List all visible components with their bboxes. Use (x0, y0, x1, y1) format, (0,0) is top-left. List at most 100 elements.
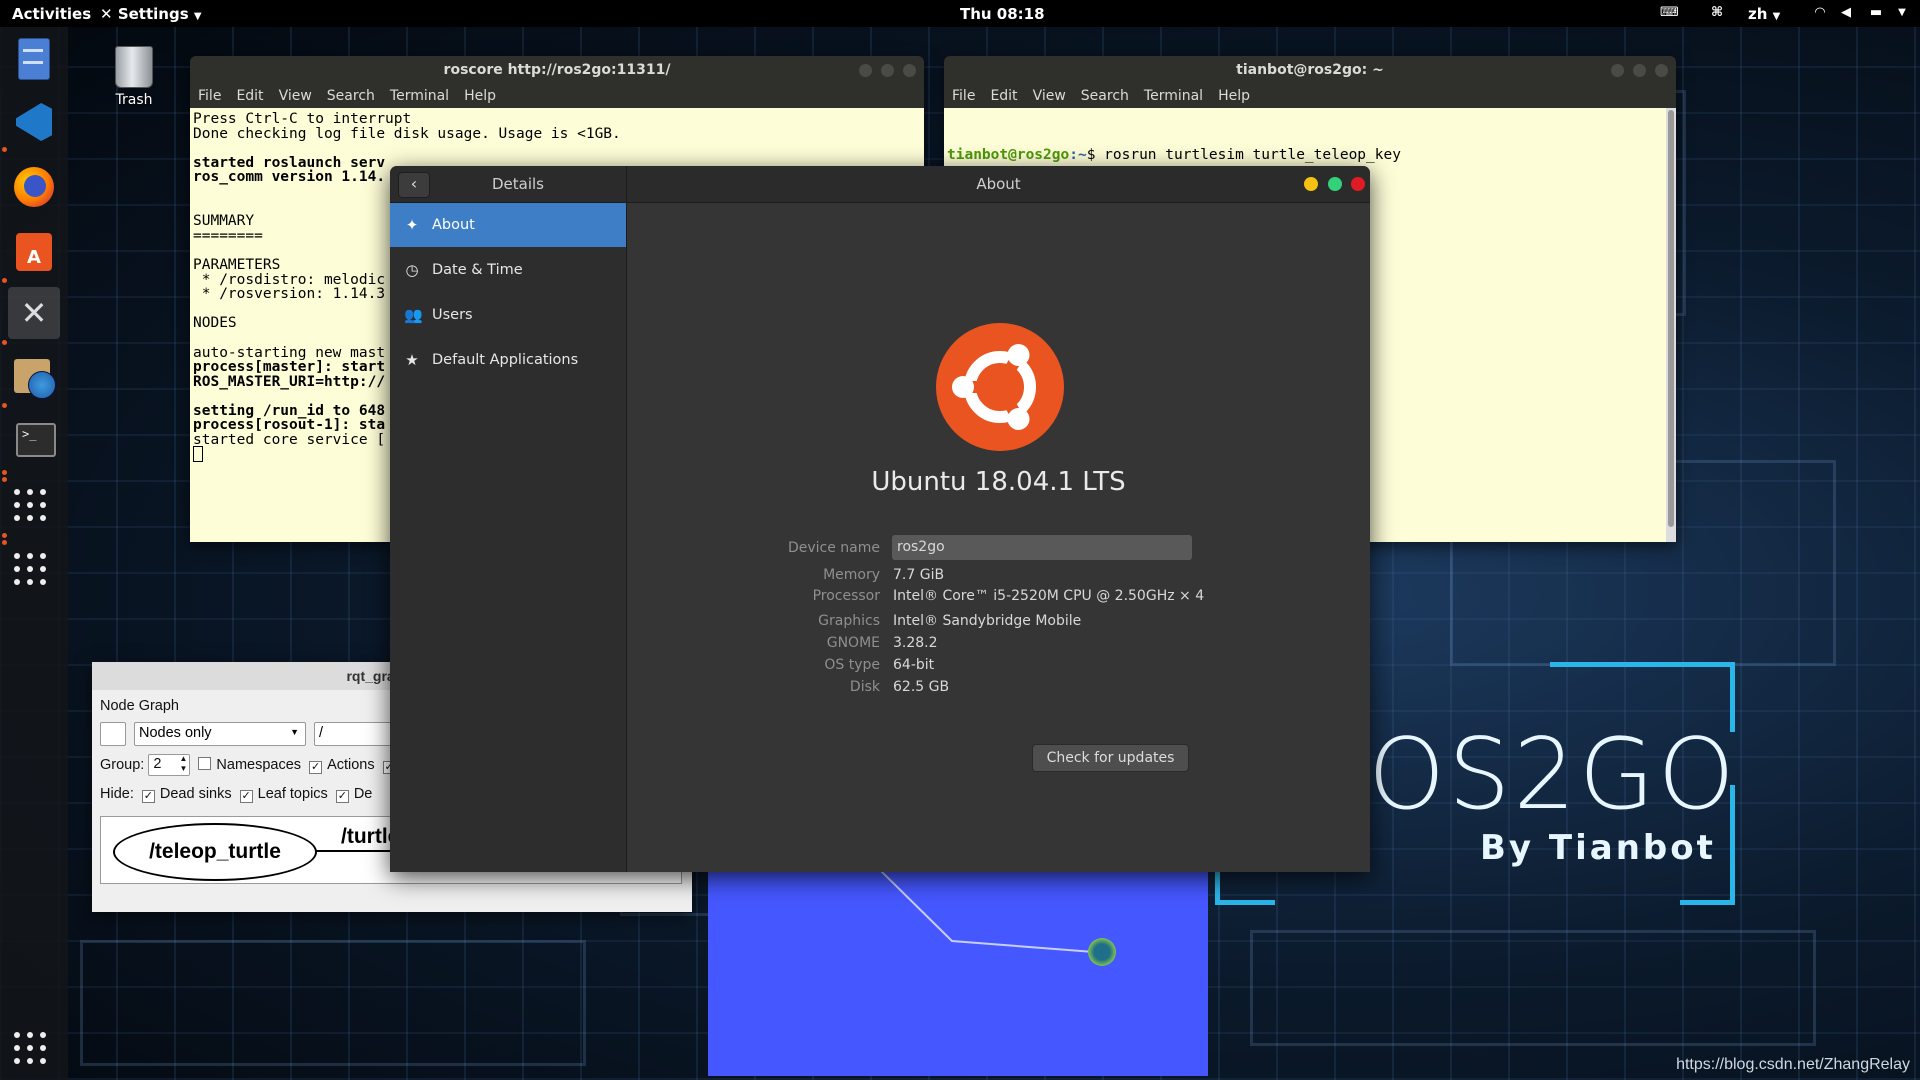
brand-text: OS2GO (1368, 718, 1738, 832)
refresh-button[interactable] (100, 722, 126, 746)
sidebar-item-default-applications[interactable]: ★ Default Applications (390, 338, 626, 382)
terminal-app-icon[interactable]: >_ (8, 413, 60, 465)
app-menu[interactable]: ✕ Settings ▼ (100, 5, 202, 23)
trash-desktop-icon[interactable]: Trash (108, 46, 160, 108)
menu-item-terminal[interactable]: Terminal (390, 88, 449, 104)
details-sidebar: ✦ About ◷ Date & Time 👥 Users ★ Default Applica… (390, 203, 627, 872)
window-title: roscore http://ros2go:11311/ (443, 62, 671, 78)
leaf-topics-checkbox[interactable]: ✓ (239, 790, 253, 803)
menu-item-view[interactable]: View (1033, 88, 1066, 104)
menu-item-help[interactable]: Help (1218, 88, 1250, 104)
window-titlebar[interactable]: tianbot@ros2go: ~ (944, 56, 1676, 84)
firefox-icon[interactable] (8, 161, 60, 213)
content-header[interactable]: About (627, 166, 1370, 203)
star-icon: ★ (405, 351, 419, 369)
clock-icon: ◷ (405, 261, 419, 279)
memory-label: Memory (823, 567, 880, 583)
clock[interactable]: Thu 08:18 (960, 5, 1045, 23)
tools-icon: ✕ (100, 5, 113, 23)
menu-item-search[interactable]: Search (327, 88, 375, 104)
spin-arrows-icon[interactable]: ▲ ▼ (179, 754, 187, 774)
brand-frame-bottom-left (1215, 900, 1275, 905)
turtle-path-canvas (879, 870, 1095, 953)
dead-sinks-label: Dead sinks (159, 786, 232, 802)
window-title: tianbot@ros2go: ~ (1236, 62, 1384, 78)
maximize-button[interactable] (881, 64, 894, 77)
check-updates-button[interactable]: Check for updates (1032, 744, 1189, 772)
scrollbar[interactable] (1666, 108, 1676, 542)
close-button[interactable] (1655, 64, 1668, 77)
keyboard-icon[interactable]: ⌨ (1660, 6, 1679, 20)
terminal-menubar: File Edit View Search Terminal Help (944, 84, 1676, 108)
close-button[interactable] (1351, 177, 1365, 191)
wallpaper-maze (80, 940, 586, 1066)
page-title: About (976, 175, 1021, 193)
debug-checkbox[interactable]: ✓ (335, 790, 349, 803)
menu-item-edit[interactable]: Edit (990, 88, 1017, 104)
close-button[interactable] (903, 64, 916, 77)
menu-item-edit[interactable]: Edit (236, 88, 263, 104)
namespaces-label: Namespaces (216, 756, 302, 773)
settings-app-icon[interactable]: ✕ (8, 287, 60, 339)
input-method-label: zh (1748, 5, 1768, 23)
sidebar-item-about[interactable]: ✦ About (390, 203, 626, 247)
actions-checkbox[interactable]: ✓ (309, 760, 323, 774)
chevron-down-icon[interactable]: ▼ (1894, 6, 1910, 20)
minimize-button[interactable] (1611, 64, 1624, 77)
device-name-label: Device name (787, 540, 880, 556)
turtlesim-window[interactable] (708, 870, 1208, 1076)
turtle-icon (1088, 938, 1116, 966)
graph-node-teleop[interactable]: /teleop_turtle (113, 823, 317, 881)
menu-item-file[interactable]: File (198, 88, 221, 104)
disk-label: Disk (849, 679, 880, 695)
settings-window[interactable]: ‹ Details About ✦ About ◷ Date & Time 👥 Users… (390, 166, 1370, 872)
prompt-path: :~ (1069, 147, 1087, 163)
sidebar-item-date-time[interactable]: ◷ Date & Time (390, 248, 626, 292)
os-name: Ubuntu 18.04.1 LTS (871, 467, 1126, 497)
trash-label: Trash (115, 92, 153, 108)
sidebar-item-label: Users (432, 307, 473, 323)
sidebar-header[interactable]: ‹ Details (390, 166, 627, 203)
wifi-icon[interactable]: ◠ (1812, 6, 1828, 20)
files-app-icon[interactable] (8, 33, 60, 85)
device-name-input[interactable]: ros2go (892, 535, 1192, 560)
graph-type-select[interactable]: Nodes only ▼ (134, 722, 306, 746)
sidebar-item-users[interactable]: 👥 Users (390, 293, 626, 337)
minimize-button[interactable] (859, 64, 872, 77)
network-app-icon[interactable] (8, 351, 60, 403)
software-center-icon[interactable]: A (8, 225, 60, 277)
brand-frame-bottom-right (1680, 900, 1735, 905)
minimize-button[interactable] (1304, 177, 1318, 191)
users-icon: 👥 (404, 306, 423, 324)
ubuntu-logo (936, 323, 1064, 451)
gnome-value: 3.28.2 (893, 635, 938, 651)
menu-item-help[interactable]: Help (464, 88, 496, 104)
actions-label: Actions (327, 756, 375, 773)
sidebar-item-label: Date & Time (432, 262, 523, 278)
app-menu-label: Settings (117, 5, 189, 23)
brand-subtitle: By Tianbot (1480, 828, 1716, 868)
maximize-button[interactable] (1328, 177, 1342, 191)
input-source-icon[interactable]: ⌘ (1705, 6, 1729, 20)
input-method-menu[interactable]: zh ▼ (1748, 5, 1780, 23)
app-grid-icon[interactable] (14, 553, 46, 585)
window-titlebar[interactable]: roscore http://ros2go:11311/ (190, 56, 924, 84)
vscode-icon[interactable] (8, 97, 60, 149)
app-grid-icon[interactable] (14, 489, 46, 521)
namespaces-checkbox[interactable] (198, 756, 212, 770)
menu-item-view[interactable]: View (279, 88, 312, 104)
group-label: Group: (100, 756, 145, 773)
volume-icon[interactable]: ◀ (1838, 6, 1854, 20)
namespace-filter-value: / (319, 725, 324, 741)
show-applications-icon[interactable] (14, 1032, 46, 1064)
menu-item-terminal[interactable]: Terminal (1144, 88, 1203, 104)
battery-icon[interactable]: ▬ (1866, 6, 1886, 20)
maximize-button[interactable] (1633, 64, 1646, 77)
activities-button[interactable]: Activities (12, 5, 91, 23)
group-spinbox[interactable]: 2 ▲ ▼ (148, 754, 191, 776)
processor-value: Intel® Core™ i5-2520M CPU @ 2.50GHz × 4 (893, 588, 1205, 604)
menu-item-search[interactable]: Search (1081, 88, 1129, 104)
menu-item-file[interactable]: File (952, 88, 975, 104)
dead-sinks-checkbox[interactable]: ✓ (141, 790, 155, 803)
chevron-down-icon: ▼ (193, 11, 202, 22)
